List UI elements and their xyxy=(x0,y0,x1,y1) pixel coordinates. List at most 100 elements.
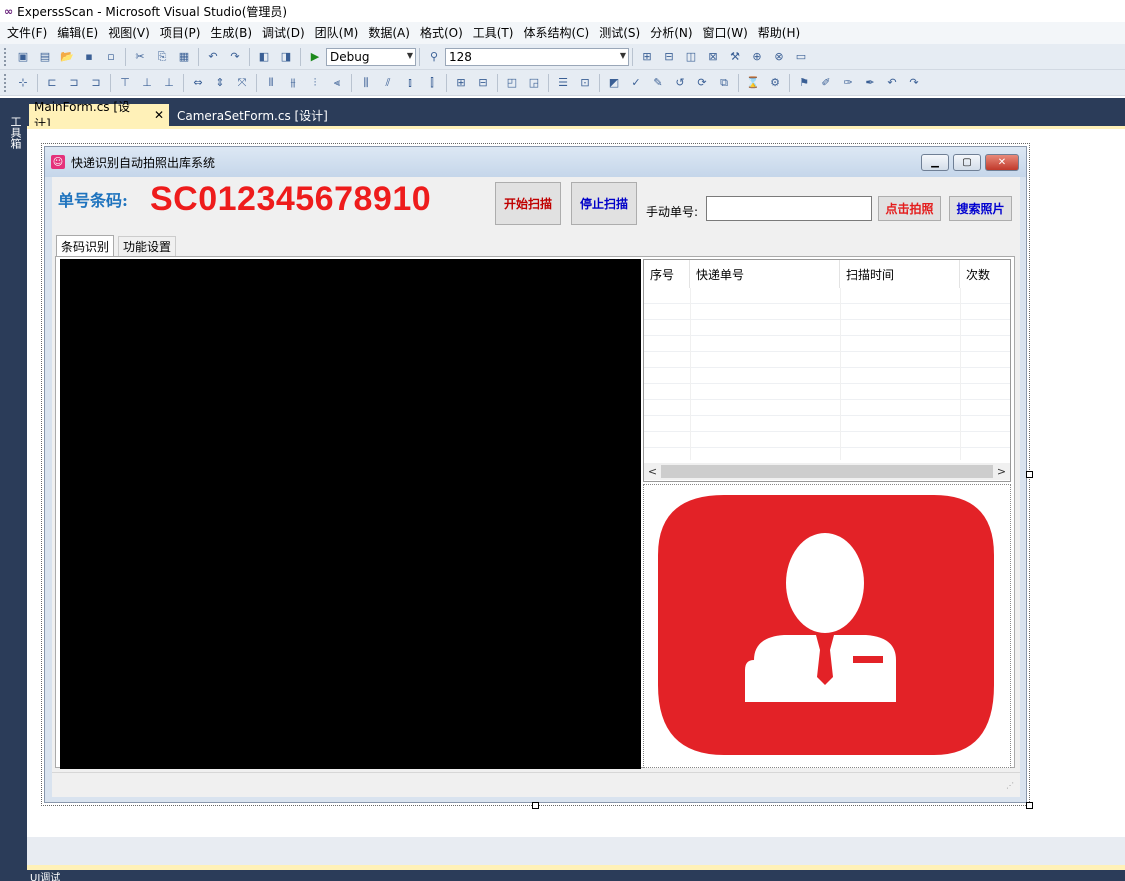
close-button[interactable]: ✕ xyxy=(985,154,1019,171)
menu-project[interactable]: 项目(P) xyxy=(155,22,206,44)
v-spacing-increase-icon[interactable]: ⫽ xyxy=(379,74,397,92)
center-horizontally-icon[interactable]: ⊞ xyxy=(452,74,470,92)
history-icon[interactable]: ⌛ xyxy=(744,74,762,92)
take-photo-button[interactable]: 点击拍照 xyxy=(878,196,941,221)
resize-handle-right[interactable] xyxy=(1026,471,1033,478)
menu-format[interactable]: 格式(O) xyxy=(415,22,468,44)
cut-icon[interactable]: ✂ xyxy=(131,48,149,66)
menu-data[interactable]: 数据(A) xyxy=(363,22,415,44)
menu-analyze[interactable]: 分析(N) xyxy=(645,22,697,44)
solution-explorer-icon[interactable]: ⊞ xyxy=(638,48,656,66)
properties-sc-icon[interactable]: ⚙ xyxy=(766,74,784,92)
v-spacing-decrease-icon[interactable]: ⫾ xyxy=(401,74,419,92)
menu-window[interactable]: 窗口(W) xyxy=(698,22,753,44)
toolbox-tab[interactable]: 工具箱 xyxy=(3,102,23,162)
lock-controls-icon[interactable]: ⊡ xyxy=(576,74,594,92)
uncomment-icon[interactable]: ✒ xyxy=(861,74,879,92)
copy-icon[interactable]: ⎘ xyxy=(153,48,171,66)
menu-help[interactable]: 帮助(H) xyxy=(753,22,805,44)
undo-checkout-icon[interactable]: ↺ xyxy=(671,74,689,92)
find-combo[interactable]: 128 ▼ xyxy=(445,47,629,66)
undo-icon-2[interactable]: ↶ xyxy=(883,74,901,92)
tab-mainform-design[interactable]: MainForm.cs [设计] ✕ xyxy=(29,100,169,131)
align-to-grid-icon[interactable]: ⊹ xyxy=(14,74,32,92)
check-out-icon[interactable]: ✎ xyxy=(649,74,667,92)
resize-handle-bottom[interactable] xyxy=(532,802,539,809)
toolbar-grip[interactable] xyxy=(4,47,8,66)
extension-manager-icon[interactable]: ⊕ xyxy=(748,48,766,66)
team-explorer-icon[interactable]: ⊗ xyxy=(770,48,788,66)
h-spacing-remove-icon[interactable]: ⫷ xyxy=(328,74,346,92)
stop-scan-button[interactable]: 停止扫描 xyxy=(571,182,637,225)
column-header-tracking-number[interactable]: 快递单号 xyxy=(690,260,840,288)
undo-icon[interactable]: ↶ xyxy=(204,48,222,66)
refresh-status-icon[interactable]: ⟳ xyxy=(693,74,711,92)
align-tops-icon[interactable]: ⊤ xyxy=(116,74,134,92)
menu-architecture[interactable]: 体系结构(C) xyxy=(518,22,594,44)
menu-tools[interactable]: 工具(T) xyxy=(468,22,519,44)
menu-file[interactable]: 文件(F) xyxy=(2,22,52,44)
minimize-button[interactable]: ▁ xyxy=(921,154,949,171)
save-all-icon[interactable]: ▫ xyxy=(102,48,120,66)
h-spacing-decrease-icon[interactable]: ⫶ xyxy=(306,74,324,92)
tab-function-settings[interactable]: 功能设置 xyxy=(118,236,177,256)
same-height-icon[interactable]: ⇕ xyxy=(211,74,229,92)
scroll-thumb[interactable] xyxy=(661,465,993,478)
find-in-files-icon[interactable]: ⚲ xyxy=(425,48,443,66)
horizontal-scrollbar[interactable]: < > xyxy=(644,463,1010,480)
properties-icon[interactable]: ⊟ xyxy=(660,48,678,66)
bookmark-icon[interactable]: ⚑ xyxy=(795,74,813,92)
same-width-icon[interactable]: ⇔ xyxy=(189,74,207,92)
tools-icon[interactable]: ⚒ xyxy=(726,48,744,66)
bring-to-front-icon[interactable]: ◰ xyxy=(503,74,521,92)
manual-number-input[interactable] xyxy=(706,196,872,221)
save-icon[interactable]: ▪ xyxy=(80,48,98,66)
center-vertically-icon[interactable]: ⊟ xyxy=(474,74,492,92)
column-header-index[interactable]: 序号 xyxy=(644,260,690,288)
menu-test[interactable]: 测试(S) xyxy=(594,22,645,44)
h-spacing-equal-icon[interactable]: ⫴ xyxy=(262,74,280,92)
bottom-panel-label[interactable]: UI调试 xyxy=(30,873,60,881)
tab-barcode-recognition[interactable]: 条码识别 xyxy=(56,235,115,257)
menu-team[interactable]: 团队(M) xyxy=(310,22,364,44)
h-spacing-increase-icon[interactable]: ⫵ xyxy=(284,74,302,92)
menu-view[interactable]: 视图(V) xyxy=(103,22,155,44)
designed-form-window[interactable]: ☺ 快递识别自动拍照出库系统 ▁ ▢ ✕ 单号条码: SC01234567891… xyxy=(44,146,1027,803)
menu-build[interactable]: 生成(B) xyxy=(205,22,257,44)
new-project-icon[interactable]: ▣ xyxy=(14,48,32,66)
resize-handle-bottom-right[interactable] xyxy=(1026,802,1033,809)
search-photo-button[interactable]: 搜索照片 xyxy=(949,196,1012,221)
send-to-back-icon[interactable]: ◲ xyxy=(525,74,543,92)
start-scan-button[interactable]: 开始扫描 xyxy=(495,182,561,225)
menu-debug[interactable]: 调试(D) xyxy=(257,22,310,44)
toolbox-icon[interactable]: ⊠ xyxy=(704,48,722,66)
add-item-icon[interactable]: ▤ xyxy=(36,48,54,66)
align-middles-icon[interactable]: ⊥ xyxy=(138,74,156,92)
redo-icon-2[interactable]: ↷ xyxy=(905,74,923,92)
align-bottoms-icon[interactable]: ⊥ xyxy=(160,74,178,92)
scroll-left-icon[interactable]: < xyxy=(644,463,661,480)
comment-icon[interactable]: ✑ xyxy=(839,74,857,92)
tab-camerasetform-design[interactable]: CameraSetForm.cs [设计] xyxy=(172,104,333,126)
v-spacing-equal-icon[interactable]: ⫼ xyxy=(357,74,375,92)
maximize-button[interactable]: ▢ xyxy=(953,154,981,171)
column-header-count[interactable]: 次数 xyxy=(960,260,1010,288)
scan-records-grid[interactable]: 序号 快递单号 扫描时间 次数 < > xyxy=(643,259,1011,482)
v-spacing-remove-icon[interactable]: ⫿ xyxy=(423,74,441,92)
redo-icon[interactable]: ↷ xyxy=(226,48,244,66)
command-window-icon[interactable]: ▭ xyxy=(792,48,810,66)
object-browser-icon[interactable]: ◫ xyxy=(682,48,700,66)
align-lefts-icon[interactable]: ⊏ xyxy=(43,74,61,92)
align-centers-icon[interactable]: ⊐ xyxy=(65,74,83,92)
column-header-scan-time[interactable]: 扫描时间 xyxy=(840,260,960,288)
source-control-icon[interactable]: ◩ xyxy=(605,74,623,92)
open-file-icon[interactable]: 📂 xyxy=(58,48,76,66)
align-rights-icon[interactable]: ⊐ xyxy=(87,74,105,92)
scroll-right-icon[interactable]: > xyxy=(993,463,1010,480)
solution-config-select[interactable]: Debug ▼ xyxy=(326,47,416,66)
navigate-forward-icon[interactable]: ◨ xyxy=(277,48,295,66)
size-grip-icon[interactable]: ⋰ xyxy=(1006,781,1014,790)
menu-edit[interactable]: 编辑(E) xyxy=(52,22,103,44)
close-icon[interactable]: ✕ xyxy=(154,108,164,122)
compare-icon[interactable]: ⧉ xyxy=(715,74,733,92)
